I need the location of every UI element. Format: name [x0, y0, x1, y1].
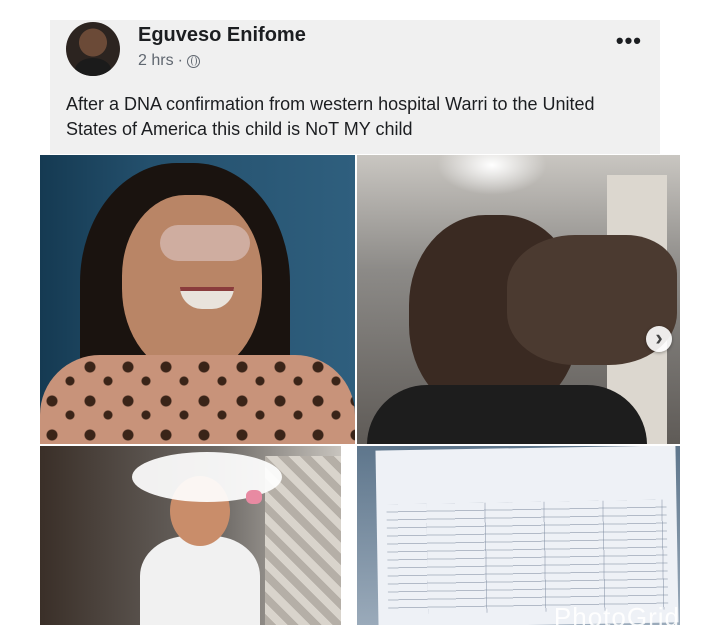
ceiling-light [437, 155, 547, 195]
photo-woman[interactable] [40, 155, 355, 444]
child-dress [140, 536, 260, 625]
photo-man[interactable]: › [357, 155, 680, 444]
man-body [367, 385, 647, 444]
post-time[interactable]: 2 hrs [138, 52, 174, 70]
photo-grid: › PhotoGrid [40, 155, 680, 625]
next-photo-button[interactable]: › [646, 326, 672, 352]
post-meta: 2 hrs · [138, 52, 200, 70]
more-options-button[interactable]: ••• [616, 28, 642, 54]
post-text: After a DNA confirmation from western ho… [66, 94, 595, 139]
pink-bow [246, 490, 262, 504]
author-name[interactable]: Eguveso Enifome [138, 24, 306, 47]
dna-report-sheet [375, 446, 679, 625]
photogrid-watermark: PhotoGrid [553, 602, 680, 625]
face-blur [160, 225, 250, 261]
leopard-dress [40, 355, 355, 444]
report-columns [426, 499, 669, 614]
avatar[interactable] [66, 22, 120, 76]
post-header-card: Eguveso Enifome 2 hrs · ••• After a DNA … [50, 20, 660, 154]
photo-dna-report[interactable]: PhotoGrid [357, 446, 680, 625]
globe-icon [186, 54, 200, 68]
meta-separator: · [177, 52, 183, 69]
photo-child[interactable] [40, 446, 341, 625]
face-shape [122, 195, 262, 375]
